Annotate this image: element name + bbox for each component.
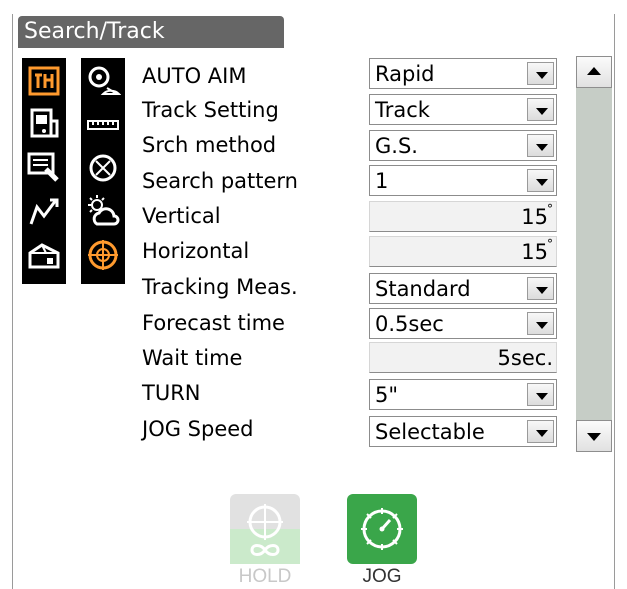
- target-icon[interactable]: [85, 151, 121, 185]
- chevron-down-icon[interactable]: [527, 277, 554, 300]
- chevron-down-icon[interactable]: [527, 62, 554, 85]
- chevron-down-icon[interactable]: [527, 134, 554, 157]
- scroll-down-button[interactable]: [576, 420, 612, 452]
- hold-label: HOLD: [238, 566, 292, 587]
- jog-speed-select[interactable]: Selectable: [369, 416, 557, 447]
- instrument-icon[interactable]: [26, 107, 62, 141]
- wait-time-value: 5sec.: [497, 346, 553, 370]
- srch-method-value: G.S.: [375, 134, 418, 158]
- chevron-down-icon[interactable]: [527, 98, 554, 121]
- srch-method-label: Srch method: [142, 133, 277, 157]
- right-icon-toolbar: [81, 58, 125, 284]
- scrollbar[interactable]: [576, 56, 612, 452]
- chevron-down-icon[interactable]: [527, 383, 554, 406]
- horizontal-field: 15 °: [369, 236, 557, 267]
- ruler-icon[interactable]: [85, 107, 121, 141]
- search-pattern-value: 1: [375, 169, 389, 193]
- wait-time-label: Wait time: [142, 346, 243, 370]
- left-icon-toolbar: [22, 58, 66, 284]
- auto-aim-value: Rapid: [375, 62, 435, 86]
- turn-select[interactable]: 5": [369, 379, 557, 410]
- search-pattern-label: Search pattern: [142, 169, 298, 193]
- tracking-meas-select[interactable]: Standard: [369, 273, 557, 304]
- jog-label: JOG: [362, 566, 402, 587]
- vertical-label: Vertical: [142, 204, 221, 228]
- srch-method-select[interactable]: G.S.: [369, 130, 557, 161]
- track-setting-label: Track Setting: [142, 98, 279, 122]
- window-border-right: [614, 14, 615, 589]
- chevron-down-icon[interactable]: [527, 169, 554, 192]
- hold-button[interactable]: [230, 494, 300, 564]
- jog-speed-value: Selectable: [375, 420, 485, 444]
- degree-unit: °: [547, 202, 553, 216]
- window-border-left: [12, 14, 13, 589]
- tracking-meas-value: Standard: [375, 277, 471, 301]
- chevron-down-icon[interactable]: [527, 312, 554, 335]
- track-setting-select[interactable]: Track: [369, 94, 557, 125]
- horizontal-label: Horizontal: [142, 239, 250, 263]
- auto-aim-select[interactable]: Rapid: [369, 58, 557, 89]
- chevron-down-icon[interactable]: [527, 420, 554, 443]
- wait-time-field: 5sec.: [369, 342, 557, 373]
- auto-aim-label: AUTO AIM: [142, 64, 247, 88]
- data-record-icon[interactable]: [26, 151, 62, 185]
- weather-icon[interactable]: [85, 194, 121, 228]
- horizontal-value: 15: [521, 240, 548, 264]
- vertical-field: 15 °: [369, 201, 557, 232]
- turn-label: TURN: [142, 381, 201, 405]
- forecast-time-select[interactable]: 0.5sec: [369, 308, 557, 339]
- turn-value: 5": [375, 383, 399, 407]
- prism-icon[interactable]: [85, 64, 121, 98]
- vertical-value: 15: [521, 205, 548, 229]
- search-pattern-select[interactable]: 1: [369, 165, 557, 196]
- measurement-mode-icon[interactable]: [26, 64, 62, 98]
- jog-button[interactable]: [347, 494, 417, 564]
- track-setting-value: Track: [375, 98, 430, 122]
- search-track-icon[interactable]: [85, 238, 121, 272]
- jog-speed-label: JOG Speed: [142, 417, 254, 441]
- degree-unit: °: [547, 237, 553, 251]
- traverse-icon[interactable]: [26, 194, 62, 228]
- window-title: Search/Track: [18, 16, 284, 48]
- scroll-up-button[interactable]: [576, 56, 612, 88]
- tracking-meas-label: Tracking Meas.: [142, 275, 298, 299]
- forecast-time-label: Forecast time: [142, 311, 285, 335]
- forecast-time-value: 0.5sec: [375, 312, 444, 336]
- box-icon[interactable]: [26, 238, 62, 272]
